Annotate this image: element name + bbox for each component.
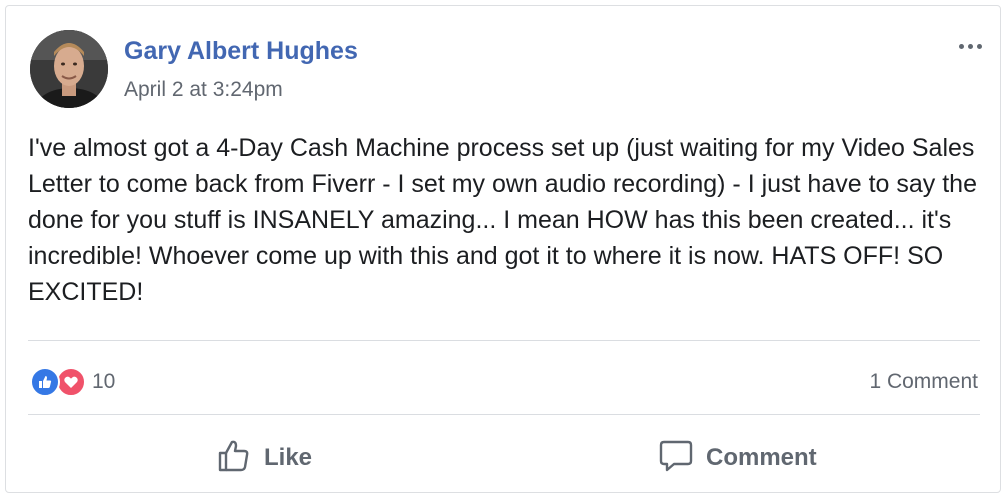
thumbs-up-icon [216,438,252,479]
more-dot-icon [958,43,964,49]
post-text: I've almost got a 4-Day Cash Machine pro… [28,134,977,306]
reactions-summary[interactable]: 10 [30,366,115,398]
comment-button-label: Comment [706,444,817,471]
like-reaction-icon [30,367,60,397]
love-reaction-icon [56,367,86,397]
avatar-photo [30,30,108,108]
comment-button[interactable]: Comment [658,436,817,480]
like-button[interactable]: Like [216,436,312,480]
divider [28,414,980,415]
avatar[interactable] [30,30,108,108]
reaction-count: 10 [92,370,116,393]
more-options-button[interactable] [950,34,990,58]
post-card: Gary Albert Hughes April 2 at 3:24pm I'v… [5,5,1001,493]
author-name[interactable]: Gary Albert Hughes [124,37,358,66]
comment-count-link[interactable]: 1 Comment [869,370,978,394]
more-dot-icon [976,43,982,49]
divider [28,340,980,341]
like-button-label: Like [264,444,313,471]
comment-bubble-icon [658,438,694,479]
post-timestamp[interactable]: April 2 at 3:24pm [124,78,283,102]
more-dot-icon [967,43,973,49]
